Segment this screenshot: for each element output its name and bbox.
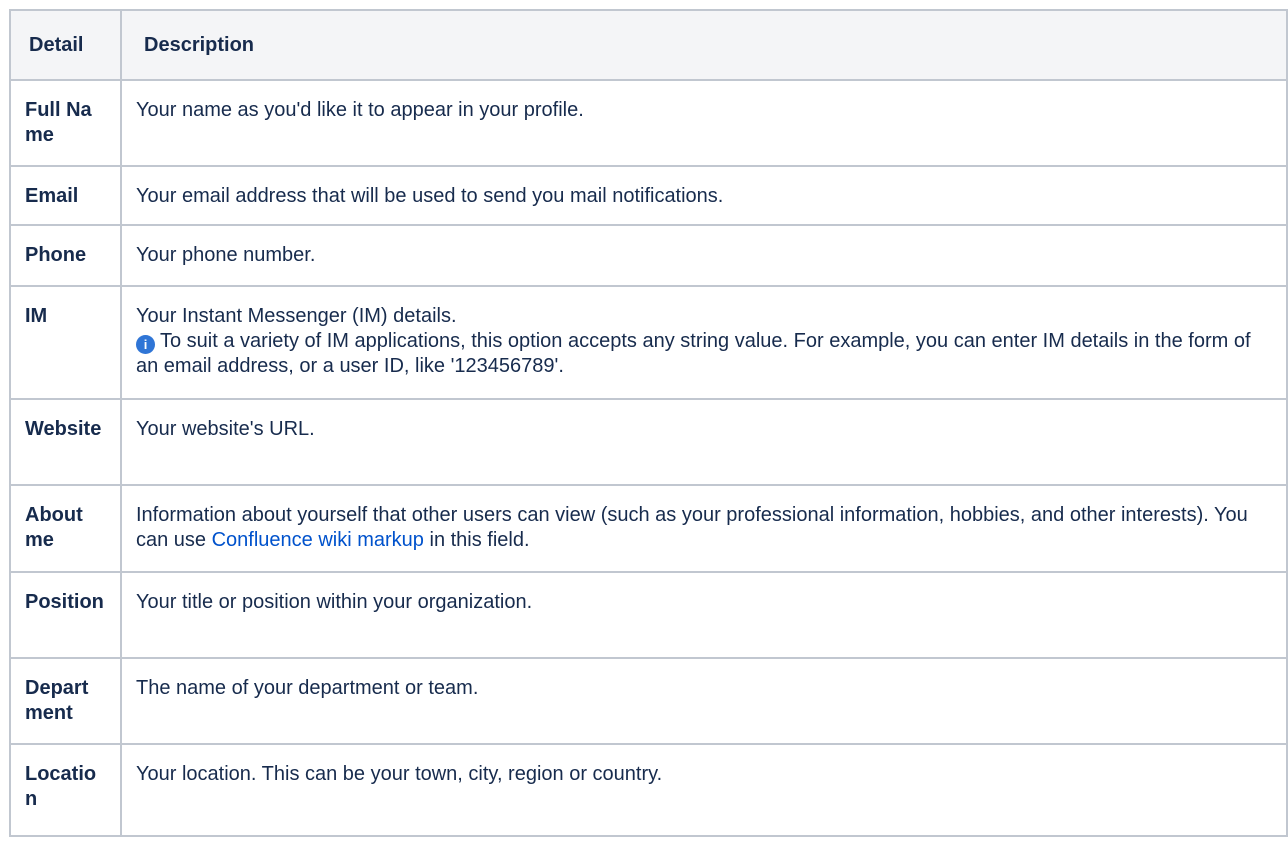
description-cell: The name of your department or team. [120,657,1288,745]
detail-cell: About me [9,484,122,573]
column-header-description-label: Description [144,33,255,56]
description-location: Your location. This can be your town, ci… [136,763,663,785]
description-position: Your title or position within your organ… [136,591,533,613]
table-row: Position Your title or position within y… [9,571,1288,659]
table-row: IM Your Instant Messenger (IM) details. … [9,285,1288,400]
description-cell: Your name as you'd like it to appear in … [120,79,1288,167]
column-header-detail: Detail [9,9,122,81]
table-row: Location Your location. This can be your… [9,743,1288,837]
description-phone: Your phone number. [136,244,316,266]
info-note: i To suit a variety of IM applications, t… [136,329,1272,379]
description-cell: Your title or position within your organ… [120,571,1288,659]
table-row: About me Information about yourself that… [9,484,1288,573]
description-full-name: Your name as you'd like it to appear in … [136,99,584,121]
column-header-detail-label: Detail [29,33,84,56]
detail-label-phone: Phone [25,244,87,266]
detail-label-location: Location [25,763,97,810]
info-note-text: To suit a variety of IM applications, th… [136,330,1251,377]
info-icon: i [136,335,155,354]
description-website: Your website's URL. [136,418,315,440]
description-department: The name of your department or team. [136,677,479,699]
detail-label-email: Email [25,185,79,207]
detail-cell: Position [9,571,122,659]
detail-label-im: IM [25,305,48,327]
description-cell: Your website's URL. [120,398,1288,486]
table-row: Phone Your phone number. [9,224,1288,287]
description-cell: Your Instant Messenger (IM) details. i To… [120,285,1288,400]
page: Detail Description Full Name Your name a… [0,0,1288,861]
description-cell: Information about yourself that other us… [120,484,1288,573]
confluence-wiki-markup-link[interactable]: Confluence wiki markup [212,529,424,551]
description-im: Your Instant Messenger (IM) details. [136,305,457,327]
column-header-description: Description [120,9,1288,81]
description-cell: Your phone number. [120,224,1288,287]
table-row: Email Your email address that will be us… [9,165,1288,226]
detail-cell: IM [9,285,122,400]
description-about-me-suffix: in this field. [423,529,530,551]
user-details-table: Detail Description Full Name Your name a… [9,9,1288,837]
detail-cell: Phone [9,224,122,287]
detail-label-department: Department [25,677,89,724]
description-about-me: Information about yourself that other us… [122,486,1286,553]
table-header-row: Detail Description [9,9,1288,81]
detail-label-website: Website [25,418,102,440]
detail-cell: Full Name [9,79,122,167]
table-row: Website Your website's URL. [9,398,1288,486]
detail-label-about-me: About me [25,504,83,551]
description-email: Your email address that will be used to … [136,185,724,207]
description-cell: Your email address that will be used to … [120,165,1288,226]
detail-cell: Department [9,657,122,745]
detail-label-full-name: Full Name [25,99,92,146]
detail-cell: Location [9,743,122,837]
table-row: Full Name Your name as you'd like it to … [9,79,1288,167]
detail-cell: Website [9,398,122,486]
description-cell: Your location. This can be your town, ci… [120,743,1288,837]
table-row: Department The name of your department o… [9,657,1288,745]
detail-cell: Email [9,165,122,226]
detail-label-position: Position [25,591,104,613]
